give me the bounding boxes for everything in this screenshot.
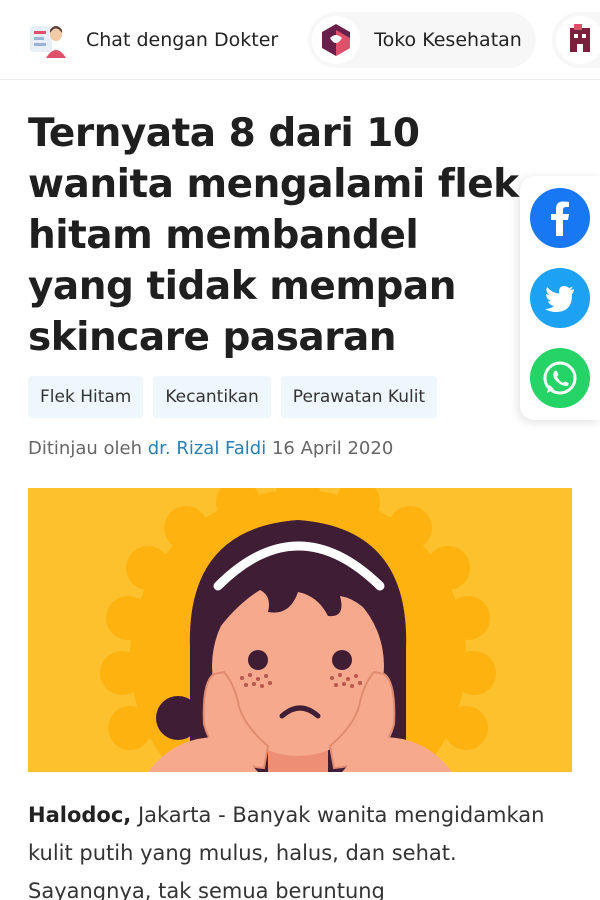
tag-kecantikan[interactable]: Kecantikan <box>153 376 271 418</box>
nav-label: Toko Kesehatan <box>374 28 522 51</box>
tag-flek-hitam[interactable]: Flek Hitam <box>28 376 144 418</box>
facebook-icon <box>551 201 569 236</box>
hero-image <box>28 488 572 772</box>
article-title: Ternyata 8 dari 10 wanita mengalami flek… <box>28 111 519 360</box>
nav-hospital[interactable]: Ho <box>551 11 600 68</box>
nav-label: Chat dengan Dokter <box>86 28 279 51</box>
whatsapp-icon <box>543 361 577 395</box>
twitter-share-button[interactable] <box>530 268 590 328</box>
article-meta: Ditinjau oleh dr. Rizal Faldi 16 April 2… <box>28 438 393 459</box>
social-share-bar <box>520 176 600 420</box>
girl-dark-spots-illustration <box>100 488 496 772</box>
twitter-icon <box>545 286 574 312</box>
reviewed-label: Ditinjau oleh <box>28 438 142 459</box>
body-lead: Halodoc, <box>28 803 132 827</box>
author-link[interactable]: dr. Rizal Faldi <box>148 438 267 459</box>
publish-date: 16 April 2020 <box>271 438 394 459</box>
doctor-chat-icon <box>24 15 72 64</box>
nav-chat-dokter[interactable]: Chat dengan Dokter <box>20 12 292 68</box>
tag-perawatan-kulit[interactable]: Perawatan Kulit <box>280 376 438 418</box>
whatsapp-share-button[interactable] <box>530 348 590 408</box>
health-store-icon <box>312 15 361 64</box>
article-body: Halodoc, Jakarta - Banyak wanita mengida… <box>28 796 576 900</box>
hospital-icon <box>555 15 600 64</box>
facebook-share-button[interactable] <box>530 188 590 248</box>
tag-list: Flek Hitam Kecantikan Perawatan Kulit <box>28 376 438 418</box>
nav-toko-kesehatan[interactable]: Toko Kesehatan <box>308 11 536 68</box>
top-nav: Chat dengan Dokter Toko Kesehatan Ho <box>0 0 600 80</box>
